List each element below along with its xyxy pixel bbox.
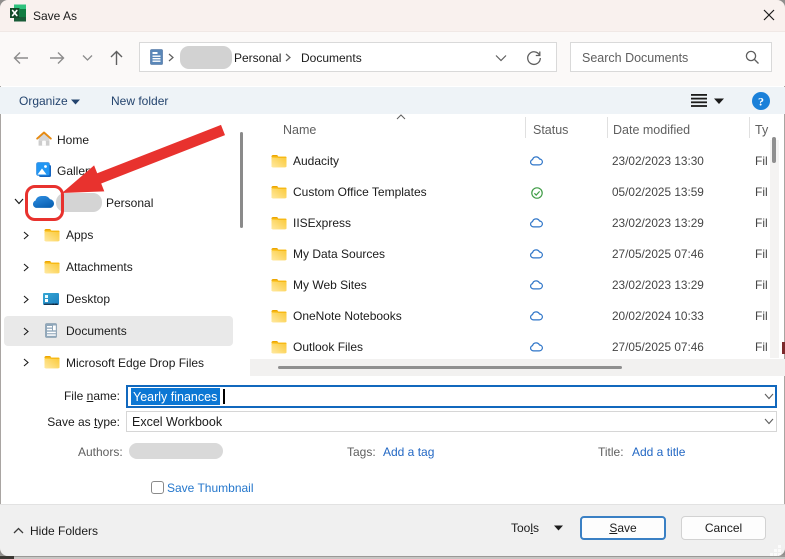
svg-text:?: ?: [758, 95, 764, 109]
